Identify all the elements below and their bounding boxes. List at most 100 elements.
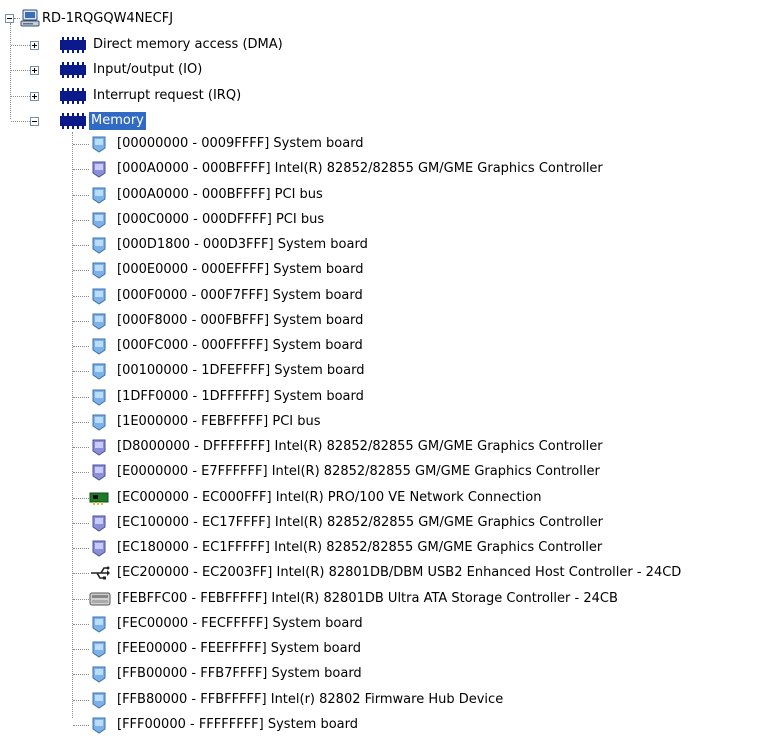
system-device-icon <box>89 235 109 255</box>
memory-item[interactable]: [EC200000 - EC2003FF] Intel(R) 82801DB/D… <box>115 564 683 582</box>
memory-range: [EC000000 - EC000FFF] <box>117 490 272 505</box>
memory-range: [EC180000 - EC1FFFFF] <box>117 540 270 555</box>
memory-item[interactable]: [FFB80000 - FFBFFFFF] Intel(r) 82802 Fir… <box>115 691 505 709</box>
tree-connector <box>73 169 89 170</box>
tree-connector <box>73 220 89 221</box>
memory-item[interactable]: [EC100000 - EC17FFFF] Intel(R) 82852/828… <box>115 514 605 532</box>
memory-range: [EC200000 - EC2003FF] <box>117 565 273 580</box>
device-name: System board <box>271 666 362 681</box>
tree-connector <box>11 96 30 97</box>
tree-connector <box>73 321 89 322</box>
device-name: Intel(R) 82852/82855 GM/GME Graphics Con… <box>274 515 604 530</box>
system-device-icon <box>89 387 109 407</box>
system-device-icon <box>89 639 109 659</box>
system-device-icon <box>89 210 109 230</box>
device-name: System board <box>274 363 365 378</box>
irq-expand-toggle[interactable] <box>30 92 39 101</box>
system-device-icon <box>89 715 109 735</box>
tree-connector <box>73 599 89 600</box>
display-adapter-icon <box>89 159 109 179</box>
memory-range: [1E000000 - FEBFFFFF] <box>117 414 269 429</box>
category-irq[interactable]: Interrupt request (IRQ) <box>91 87 243 105</box>
memory-item[interactable]: [000A0000 - 000BFFFF] Intel(R) 82852/828… <box>115 160 605 178</box>
memory-range: [00000000 - 0009FFFF] <box>117 136 270 151</box>
tree-connector <box>73 447 89 448</box>
device-name: Intel(R) PRO/100 VE Network Connection <box>275 490 542 505</box>
memory-item[interactable]: [FEBFFC00 - FEBFFFFF] Intel(R) 82801DB U… <box>115 590 620 608</box>
tree-connector <box>11 45 30 46</box>
memory-range: [000A0000 - 000BFFFF] <box>117 161 271 176</box>
tree-connector <box>73 674 89 675</box>
system-device-icon <box>89 690 109 710</box>
memory-item[interactable]: [000D1800 - 000D3FFF] System board <box>115 236 370 254</box>
memory-range: [FEBFFC00 - FEBFFFFF] <box>117 591 268 606</box>
memory-item[interactable]: [00100000 - 1DFEFFFF] System board <box>115 362 366 380</box>
tree-connector <box>73 725 89 726</box>
system-device-icon <box>89 260 109 280</box>
resource-chip-icon <box>59 111 86 131</box>
tree-connector <box>73 296 89 297</box>
memory-item[interactable]: [EC000000 - EC000FFF] Intel(R) PRO/100 V… <box>115 489 543 507</box>
network-adapter-icon <box>89 488 109 508</box>
memory-item[interactable]: [FFF00000 - FFFFFFFF] System board <box>115 716 360 734</box>
tree-connector <box>73 624 89 625</box>
category-memory[interactable]: Memory <box>89 112 146 130</box>
io-expand-toggle[interactable] <box>30 66 39 75</box>
memory-item[interactable]: [FEC00000 - FECFFFFF] System board <box>115 615 365 633</box>
tree-connector <box>11 70 30 71</box>
memory-range: [000F0000 - 000F7FFF] <box>117 288 269 303</box>
memory-item[interactable]: [FEE00000 - FEEFFFFF] System board <box>115 640 363 658</box>
system-device-icon <box>89 286 109 306</box>
memory-item[interactable]: [E0000000 - E7FFFFFF] Intel(R) 82852/828… <box>115 463 602 481</box>
tree-connector <box>10 23 11 119</box>
memory-item[interactable]: [000C0000 - 000DFFFF] PCI bus <box>115 211 326 229</box>
category-io[interactable]: Input/output (IO) <box>91 61 204 79</box>
tree-connector <box>73 270 89 271</box>
memory-item[interactable]: [000F0000 - 000F7FFF] System board <box>115 287 365 305</box>
memory-collapse-toggle[interactable] <box>30 117 39 126</box>
memory-item[interactable]: [FFB00000 - FFB7FFFF] System board <box>115 665 364 683</box>
tree-connector <box>73 472 89 473</box>
tree-connector <box>73 548 89 549</box>
resource-chip-icon <box>59 35 86 55</box>
memory-item[interactable]: [1DFF0000 - 1DFFFFFF] System board <box>115 388 366 406</box>
memory-range: [FFB80000 - FFBFFFFF] <box>117 692 267 707</box>
memory-item[interactable]: [1E000000 - FEBFFFFF] PCI bus <box>115 413 323 431</box>
memory-range: [E0000000 - E7FFFFFF] <box>117 464 268 479</box>
dma-expand-toggle[interactable] <box>30 41 39 50</box>
memory-item[interactable]: [000F8000 - 000FBFFF] System board <box>115 312 365 330</box>
device-name: Intel(r) 82802 Firmware Hub Device <box>270 692 504 707</box>
resource-chip-icon <box>59 60 86 80</box>
system-device-icon <box>89 134 109 154</box>
device-name: Intel(R) 82852/82855 GM/GME Graphics Con… <box>274 439 603 454</box>
device-name: Intel(R) 82852/82855 GM/GME Graphics Con… <box>274 540 603 555</box>
memory-item[interactable]: [000E0000 - 000EFFFF] System board <box>115 261 365 279</box>
tree-connector <box>73 195 89 196</box>
device-name: PCI bus <box>274 187 323 202</box>
device-name: System board <box>273 136 364 151</box>
memory-item[interactable]: [000A0000 - 000BFFFF] PCI bus <box>115 186 325 204</box>
device-name: System board <box>273 313 364 328</box>
tree-connector <box>73 371 89 372</box>
device-name: Intel(R) 82801DB/DBM USB2 Enhanced Host … <box>276 565 682 580</box>
memory-item[interactable]: [D8000000 - DFFFFFFF] Intel(R) 82852/828… <box>115 438 605 456</box>
category-dma[interactable]: Direct memory access (DMA) <box>91 36 285 54</box>
root-computer-name[interactable]: RD-1RQGQW4NECFJ <box>40 10 175 28</box>
display-adapter-icon <box>89 538 109 558</box>
memory-range: [000D1800 - 000D3FFF] <box>117 237 274 252</box>
memory-item[interactable]: [000FC000 - 000FFFFF] System board <box>115 337 365 355</box>
memory-range: [D8000000 - DFFFFFFF] <box>117 439 271 454</box>
tree-connector <box>73 700 89 701</box>
root-collapse-toggle[interactable] <box>5 14 14 23</box>
memory-range: [00100000 - 1DFEFFFF] <box>117 363 271 378</box>
device-name: PCI bus <box>275 212 325 227</box>
memory-item[interactable]: [EC180000 - EC1FFFFF] Intel(R) 82852/828… <box>115 539 604 557</box>
memory-item[interactable]: [00000000 - 0009FFFF] System board <box>115 135 366 153</box>
usb-icon <box>89 563 110 583</box>
memory-range: [EC100000 - EC17FFFF] <box>117 515 271 530</box>
tree-connector <box>73 498 89 499</box>
system-device-icon <box>89 311 109 331</box>
device-name: System board <box>270 641 361 656</box>
memory-range: [000F8000 - 000FBFFF] <box>117 313 270 328</box>
memory-range: [000FC000 - 000FFFFF] <box>117 338 269 353</box>
